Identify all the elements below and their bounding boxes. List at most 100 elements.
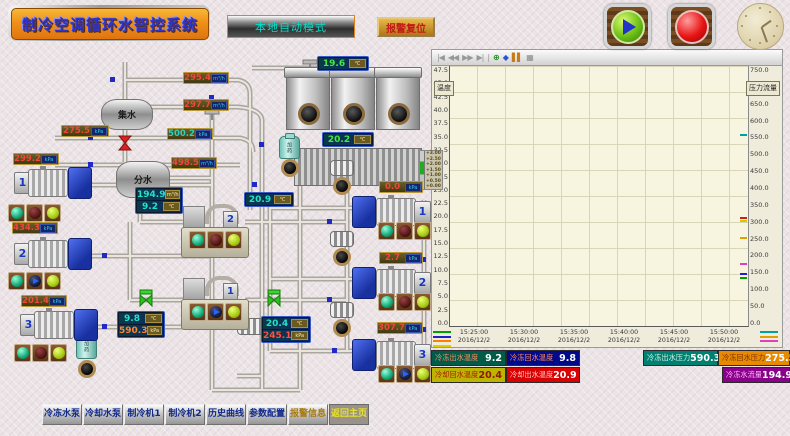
pump-l1-value: 299.2 — [14, 154, 41, 164]
separator[interactable]: | — [487, 53, 489, 62]
left-tick: 40.0 — [433, 106, 448, 114]
pump-head — [352, 339, 376, 371]
fan-icon — [388, 103, 410, 125]
start-button[interactable] — [604, 4, 651, 49]
legend-line — [433, 345, 451, 347]
press-e-readout: 275.5 kPa — [61, 125, 109, 137]
hand-valve-riser[interactable] — [205, 110, 219, 120]
cw-return-press-unit: kPa — [291, 331, 308, 340]
nav-chiller-1[interactable]: 制冷机1 — [124, 404, 164, 425]
fault-lamp — [35, 347, 47, 359]
status-value: 20.4 — [479, 370, 502, 381]
x-label-date: 2016/12/2 — [649, 337, 699, 345]
run-lamp — [17, 347, 29, 359]
grid-icon[interactable]: ▦ — [526, 53, 533, 62]
pen-mark — [740, 134, 747, 136]
level-scale-tick: +0.50 — [426, 179, 441, 184]
nav-cooling-water-pump[interactable]: 冷却水泵 — [83, 404, 123, 425]
status-label: 冷冻出水压力 — [647, 353, 690, 363]
pen-mark — [740, 277, 747, 279]
dosing-tank-label: 加药 — [286, 142, 293, 154]
nav-return-home[interactable]: 返回主页 — [329, 404, 369, 425]
standby-lamp — [228, 306, 240, 318]
x-label-time: 15:50:00 — [699, 329, 749, 337]
check-valve-3 — [333, 319, 351, 337]
chw-pump-2[interactable]: 2 — [14, 238, 92, 274]
status-label: 冷冻出水温度 — [435, 353, 478, 363]
x-label: 15:40:00 2016/12/2 — [599, 329, 649, 349]
pump-motor — [28, 240, 68, 268]
zoom-icon[interactable]: ⊕ — [493, 53, 499, 62]
nav-chilled-water-pump[interactable]: 冷冻水泵 — [42, 404, 82, 425]
right-axis-label: 压力流量 — [746, 81, 780, 96]
chiller-2-lights — [189, 231, 242, 249]
chiller-number: 1 — [223, 283, 238, 300]
chiller-1[interactable]: 1 — [181, 276, 247, 328]
nav-alarm-info[interactable]: 报警信息 — [288, 404, 328, 425]
status-value: 20.9 — [553, 370, 576, 381]
pan-icon[interactable]: ◆ — [503, 53, 508, 62]
cw-pump-3-lights — [378, 365, 431, 383]
fan-icon — [343, 103, 365, 125]
forward-icon[interactable]: ▶▶ — [462, 53, 472, 62]
chw-flow-unit: m³/h — [165, 190, 180, 199]
right-tick: 750.0 — [750, 66, 781, 74]
title-banner: 制冷空调循环水智控系统 — [8, 5, 210, 41]
right-tick: 400.0 — [750, 184, 781, 192]
fault-lamp — [399, 225, 411, 237]
pump-head — [68, 167, 92, 199]
pen-mark — [740, 220, 747, 222]
nav-history-curve[interactable]: 历史曲线 — [206, 404, 246, 425]
alarm-reset-button[interactable]: 报警复位 — [377, 17, 435, 37]
legend-line — [760, 340, 778, 342]
chw-supply-temp-value: 9.2 — [137, 202, 163, 212]
dosing-tank-top[interactable]: 加药 — [279, 136, 300, 159]
pump-head — [352, 267, 376, 299]
first-icon[interactable]: |◀ — [437, 53, 444, 62]
legend-line — [760, 331, 778, 333]
pens-icon[interactable]: ▌▌ — [512, 53, 522, 62]
rewind-icon[interactable]: ◀◀ — [448, 53, 458, 62]
chw-flow-value: 194.9 — [137, 190, 165, 200]
cooling-tower-2[interactable] — [331, 68, 375, 130]
strainer-1 — [330, 160, 354, 176]
run-lamp — [381, 368, 393, 380]
pump-l1-unit: kPa — [41, 155, 57, 164]
right-tick: 50.0 — [750, 302, 781, 310]
basin-temp-value: 20.2 — [324, 135, 354, 145]
right-tick: 100.0 — [750, 285, 781, 293]
chart-toolbar: |◀ ◀◀ ▶▶ ▶| | ⊕ ◆ ▌▌ ▦ — [432, 50, 782, 66]
run-lamp — [192, 234, 204, 246]
chiller-2[interactable]: 2 — [181, 204, 247, 256]
standby-lamp — [53, 347, 65, 359]
left-tick: 22.5 — [433, 199, 448, 207]
cooling-tower-1[interactable] — [286, 68, 330, 130]
nav-parameter-config[interactable]: 参数配置 — [247, 404, 287, 425]
pump-r3-value: 307.7 — [378, 323, 405, 333]
press-e-unit: kPa — [91, 127, 107, 136]
flow-a-value: 295.4 — [184, 73, 211, 83]
x-label-date: 2016/12/2 — [599, 337, 649, 345]
pump-number: 2 — [414, 272, 431, 294]
chw-pump-1[interactable]: 1 — [14, 167, 92, 203]
chw-pump-3[interactable]: 3 — [20, 309, 98, 345]
legend-line — [433, 340, 451, 342]
check-valve-1 — [333, 177, 351, 195]
status-value: 194.9 — [762, 370, 790, 381]
nav-chiller-2[interactable]: 制冷机2 — [165, 404, 205, 425]
level-scale-tick: +2.50 — [426, 157, 441, 162]
cooling-tower-3[interactable] — [376, 68, 420, 130]
chart-main: 47.545.042.540.037.535.032.530.027.525.0… — [432, 66, 782, 327]
last-icon[interactable]: ▶| — [476, 53, 483, 62]
red-valve[interactable] — [119, 136, 131, 150]
left-tick: 37.5 — [433, 119, 448, 127]
x-label-time: 15:35:00 — [549, 329, 599, 337]
pump-l2-value: 434.3 — [13, 223, 40, 233]
stop-button[interactable] — [668, 4, 715, 49]
status-chw-flow: 冷冻水流量 194.9 — [722, 367, 790, 383]
dosing-valve-top — [281, 159, 299, 177]
plot-area — [449, 66, 749, 327]
status-value: 9.8 — [559, 353, 576, 364]
right-tick: 550.0 — [750, 133, 781, 141]
x-label: 15:50:00 2016/12/2 — [699, 329, 749, 349]
